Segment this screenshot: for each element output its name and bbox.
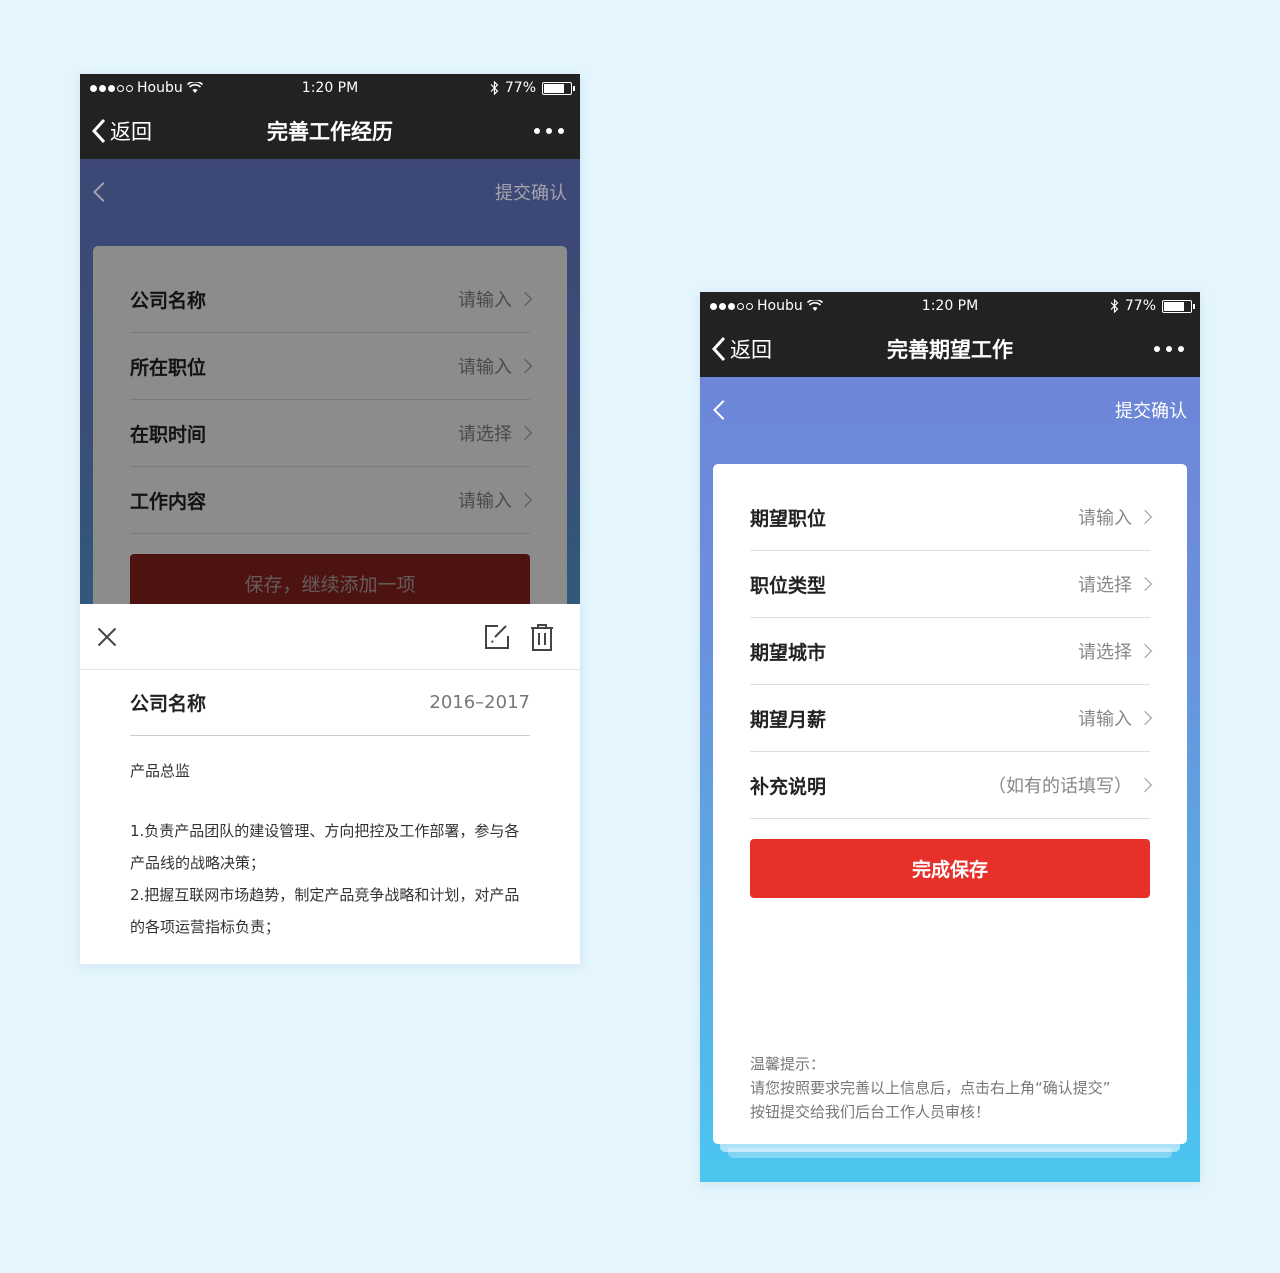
more-button[interactable] [1150,342,1188,356]
sheet-toolbar [80,604,580,670]
form-card: 期望职位 请输入 职位类型 请选择 期望城市 请选择 期望月薪 请输入 补充说明… [713,464,1187,1144]
battery-icon [542,81,575,95]
status-right: 77% [490,80,575,96]
signal-icon [90,84,133,92]
row-label: 补充说明 [750,775,827,798]
close-icon[interactable] [96,626,118,648]
sub-header: 提交确认 [700,377,1200,443]
battery-percent: 77% [504,80,536,96]
row-value-group: 请选择 [1078,638,1153,664]
chevron-left-icon [711,336,726,361]
job-position: 产品总监 [130,762,191,780]
desc-line: 的各项运营指标负责； [130,918,281,936]
battery-fill [544,83,565,93]
row-label: 期望城市 [750,641,827,664]
edit-icon[interactable] [484,624,510,650]
job-description: 1.负责产品团队的建设管理、方向把控及工作部署，参与各 产品线的战略决策； 2.… [130,815,530,943]
desc-line: 产品线的战略决策； [130,854,266,872]
row-value-group: 请输入 [1078,705,1153,731]
desc-line: 2.把握互联网市场趋势，制定产品竞争战略和计划，对产品 [130,886,520,904]
tip-line: 按钮提交给我们后台工作人员审核！ [750,1103,991,1121]
nav-bar: 返回 完善工作经历 [80,102,580,159]
trash-icon[interactable] [530,623,554,651]
battery-fill [1164,301,1185,311]
row-value: 请选择 [1078,642,1132,663]
page-title: 完善工作经历 [267,119,393,144]
submit-confirm-button[interactable]: 提交确认 [1115,397,1187,423]
chevron-right-icon [1137,710,1153,726]
bluetooth-icon [490,81,499,95]
row-value: （如有的话填写） [988,776,1132,797]
row-value: 请输入 [1078,508,1132,529]
detail-sheet: 公司名称 2016–2017 产品总监 1.负责产品团队的建设管理、方向把控及工… [80,604,580,964]
complete-save-button[interactable]: 完成保存 [750,839,1150,898]
chevron-left-icon [91,118,106,143]
chevron-right-icon [1137,643,1153,659]
back-button[interactable]: 返回 [710,334,772,364]
tip-line: 请您按照要求完善以上信息后，点击右上角“确认提交” [750,1079,1111,1097]
form-row[interactable]: 补充说明 （如有的话填写） [750,752,1153,819]
modal-overlay[interactable] [80,159,580,604]
form-row[interactable]: 职位类型 请选择 [750,551,1153,618]
sub-header: 提交确认 [80,159,580,225]
row-value: 请选择 [1078,575,1132,596]
row-label: 期望月薪 [750,708,827,731]
wifi-icon [806,300,823,311]
carrier-name: Houbu [137,80,183,96]
row-value-group: （如有的话填写） [988,772,1153,798]
back-label: 返回 [110,119,152,144]
signal-icon [710,302,753,310]
back-chevron-icon[interactable] [713,400,733,420]
tip-title: 温馨提示： [750,1055,826,1073]
chevron-right-icon [1137,509,1153,525]
wifi-icon [186,82,203,93]
form-row[interactable]: 期望城市 请选择 [750,618,1153,685]
chevron-right-icon [1137,576,1153,592]
phone-right: Houbu 1:20 PM 77% 返回 完善期望工作 提交确认 期望职位 请输… [700,292,1200,1182]
carrier-group: Houbu [90,80,203,96]
status-bar: Houbu 1:20 PM 77% [700,292,1200,320]
row-value: 请输入 [1078,709,1132,730]
carrier-group: Houbu [710,298,823,314]
battery-icon [1162,299,1195,313]
carrier-name: Houbu [757,298,803,314]
form-row[interactable]: 期望职位 请输入 [750,484,1153,551]
page-title: 完善期望工作 [887,337,1013,362]
row-label: 职位类型 [750,574,827,597]
row-value-group: 请选择 [1078,571,1153,597]
row-label: 期望职位 [750,507,827,530]
tip-text: 温馨提示： 请您按照要求完善以上信息后，点击右上角“确认提交” 按钮提交给我们后… [750,1052,1150,1124]
status-right: 77% [1110,298,1195,314]
status-bar: Houbu 1:20 PM 77% [80,74,580,102]
bluetooth-icon [1110,299,1119,313]
row-value-group: 请输入 [1078,504,1153,530]
phone-left: Houbu 1:20 PM 77% 返回 完善工作经历 公司名称 请输入 所在职… [80,74,580,964]
sheet-actions [484,623,554,651]
back-button[interactable]: 返回 [90,116,152,146]
form-row[interactable]: 期望月薪 请输入 [750,685,1153,752]
desc-line: 1.负责产品团队的建设管理、方向把控及工作部署，参与各 [130,822,520,840]
sheet-header: 公司名称 2016–2017 [130,670,530,736]
sheet-body: 公司名称 2016–2017 产品总监 1.负责产品团队的建设管理、方向把控及工… [80,670,580,943]
company-name: 公司名称 [130,693,207,715]
submit-confirm-button[interactable]: 提交确认 [495,179,567,205]
back-chevron-icon[interactable] [93,182,113,202]
battery-percent: 77% [1124,298,1156,314]
employment-years: 2016–2017 [429,692,530,713]
nav-bar: 返回 完善期望工作 [700,320,1200,377]
chevron-right-icon [1137,777,1153,793]
back-label: 返回 [730,337,772,362]
more-button[interactable] [530,124,568,138]
